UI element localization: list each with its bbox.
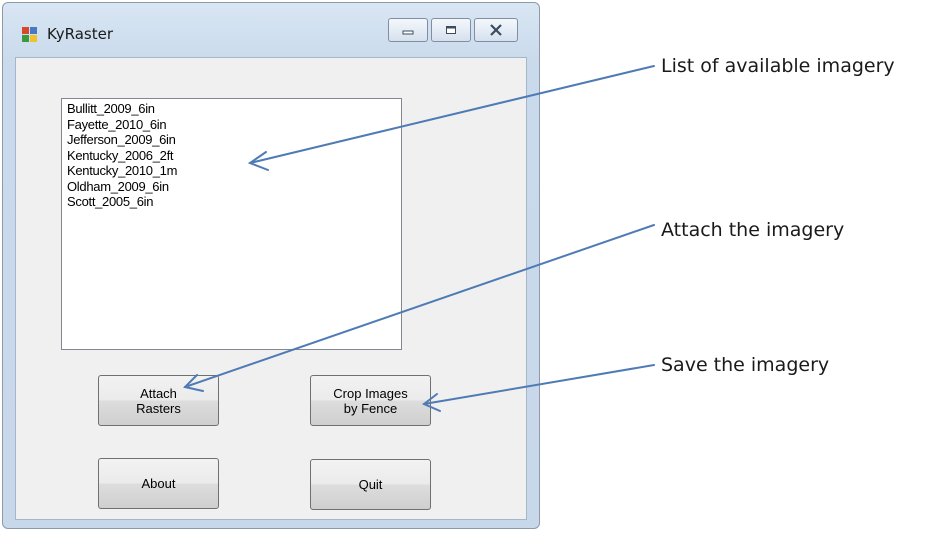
annotation-arrows [183,65,655,412]
arrow-to-list [249,65,655,164]
arrow-to-attach [184,224,655,388]
arrow-to-crop [423,364,655,405]
